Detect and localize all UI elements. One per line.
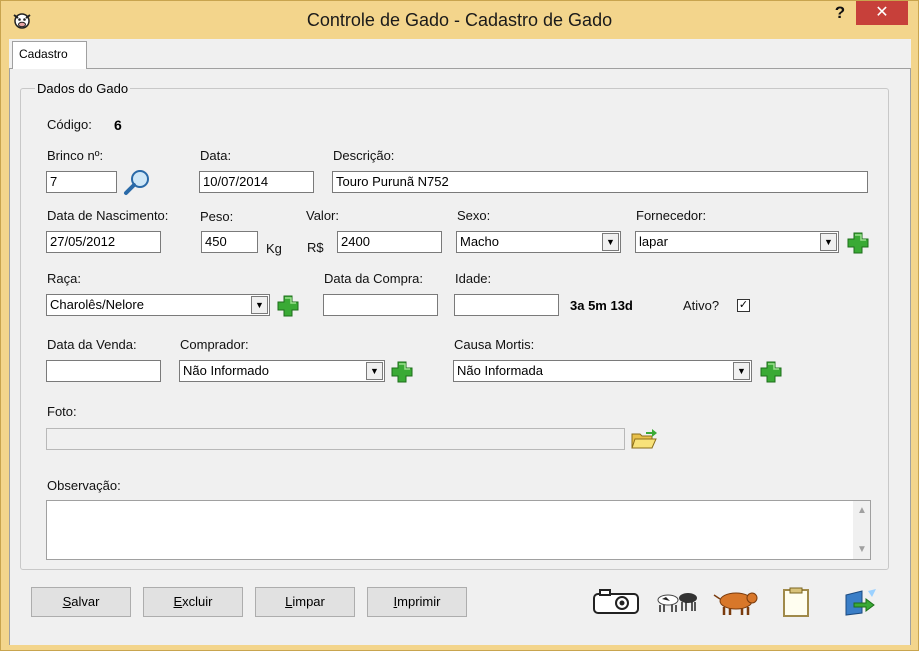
chevron-down-icon[interactable]: ▼	[602, 233, 619, 251]
comprador-value: Não Informado	[183, 363, 269, 378]
imprimir-label: mprimir	[397, 594, 441, 609]
data-input[interactable]: 10/07/2014	[199, 171, 314, 193]
main-window: Controle de Gado - Cadastro de Gado ? ✕ …	[0, 0, 919, 651]
fornecedor-value: lapar	[639, 234, 668, 249]
peso-input[interactable]: 450	[201, 231, 258, 253]
data-compra-label: Data da Compra:	[324, 271, 423, 286]
fornecedor-label: Fornecedor:	[636, 208, 707, 223]
dados-do-gado-group	[20, 88, 889, 570]
descricao-input[interactable]: Touro Purunã N752	[332, 171, 868, 193]
limpar-label: impar	[292, 594, 325, 609]
nascimento-input[interactable]: 27/05/2012	[46, 231, 161, 253]
client-area: Cadastro Dados do Gado Código: 6 Brinco …	[9, 39, 911, 645]
foto-path-input	[46, 428, 625, 450]
nascimento-label: Data de Nascimento:	[47, 208, 169, 223]
bull-icon[interactable]	[710, 587, 762, 617]
peso-unit: Kg	[266, 241, 282, 256]
imprimir-button[interactable]: Imprimir	[367, 587, 467, 617]
salvar-label: alvar	[71, 594, 100, 609]
foto-label: Foto:	[47, 404, 77, 419]
title-bar: Controle de Gado - Cadastro de Gado ? ✕	[1, 1, 918, 39]
cattle-icon[interactable]	[650, 587, 702, 617]
data-compra-input[interactable]	[323, 294, 438, 316]
peso-label: Peso:	[200, 209, 234, 224]
raca-value: Charolês/Nelore	[50, 297, 144, 312]
add-comprador-icon[interactable]	[390, 360, 414, 384]
idade-label: Idade:	[455, 271, 492, 286]
search-icon[interactable]	[122, 168, 152, 196]
codigo-label: Código:	[47, 117, 92, 132]
ativo-checkbox[interactable]: ✓	[737, 299, 750, 312]
tab-strip: Cadastro	[9, 39, 911, 70]
brinco-input[interactable]: 7	[46, 171, 117, 193]
causa-mortis-select[interactable]: Não Informada ▼	[453, 360, 752, 382]
valor-label: Valor:	[306, 208, 339, 223]
chevron-down-icon[interactable]: ▼	[251, 296, 268, 314]
brinco-label: Brinco nº:	[47, 148, 104, 163]
open-folder-icon[interactable]	[630, 428, 658, 452]
valor-unit: R$	[307, 240, 324, 255]
data-venda-label: Data da Venda:	[47, 337, 137, 352]
chevron-down-icon[interactable]: ▼	[820, 233, 837, 251]
causa-mortis-label: Causa Mortis:	[454, 337, 535, 352]
sexo-label: Sexo:	[457, 208, 491, 223]
scroll-up-icon[interactable]: ▲	[857, 505, 867, 516]
idade-input[interactable]	[454, 294, 559, 316]
scroll-down-icon[interactable]: ▼	[857, 544, 867, 555]
sexo-value: Macho	[460, 234, 500, 249]
excluir-button[interactable]: Excluir	[143, 587, 243, 617]
comprador-select[interactable]: Não Informado ▼	[179, 360, 385, 382]
add-fornecedor-icon[interactable]	[846, 231, 870, 255]
excluir-accel: E	[173, 594, 183, 609]
comprador-label: Comprador:	[180, 337, 249, 352]
causa-mortis-value: Não Informada	[457, 363, 543, 378]
observacao-scrollbar[interactable]: ▲ ▼	[853, 501, 870, 559]
raca-label: Raça:	[47, 271, 81, 286]
tab-cadastro[interactable]: Cadastro	[12, 41, 87, 70]
data-label: Data:	[200, 148, 232, 163]
camera-icon[interactable]	[590, 587, 642, 617]
valor-input[interactable]: 2400	[337, 231, 442, 253]
tab-page-cadastro: Dados do Gado Código: 6 Brinco nº: 7 Dat…	[9, 69, 911, 645]
data-venda-input[interactable]	[46, 360, 161, 382]
limpar-button[interactable]: Limpar	[255, 587, 355, 617]
sexo-select[interactable]: Macho ▼	[456, 231, 621, 253]
observacao-textarea[interactable]: ▲ ▼	[46, 500, 871, 560]
group-legend: Dados do Gado	[35, 81, 131, 96]
help-button[interactable]: ?	[831, 3, 849, 25]
add-causa-mortis-icon[interactable]	[759, 360, 783, 384]
close-button[interactable]: ✕	[856, 1, 908, 25]
chevron-down-icon[interactable]: ▼	[733, 362, 750, 380]
raca-select[interactable]: Charolês/Nelore ▼	[46, 294, 270, 316]
export-icon[interactable]	[832, 587, 884, 617]
descricao-label: Descrição:	[333, 148, 395, 163]
idade-computed: 3a 5m 13d	[570, 298, 633, 313]
codigo-value: 6	[114, 117, 122, 133]
add-raca-icon[interactable]	[276, 294, 300, 318]
chevron-down-icon[interactable]: ▼	[366, 362, 383, 380]
excluir-label: xcluir	[182, 594, 213, 609]
window-title: Controle de Gado - Cadastro de Gado	[306, 10, 613, 30]
salvar-accel: S	[62, 594, 72, 609]
clipboard-icon[interactable]	[770, 587, 822, 617]
fornecedor-select[interactable]: lapar ▼	[635, 231, 839, 253]
salvar-button[interactable]: Salvar	[31, 587, 131, 617]
ativo-label: Ativo?	[683, 298, 720, 313]
observacao-label: Observação:	[47, 478, 121, 493]
